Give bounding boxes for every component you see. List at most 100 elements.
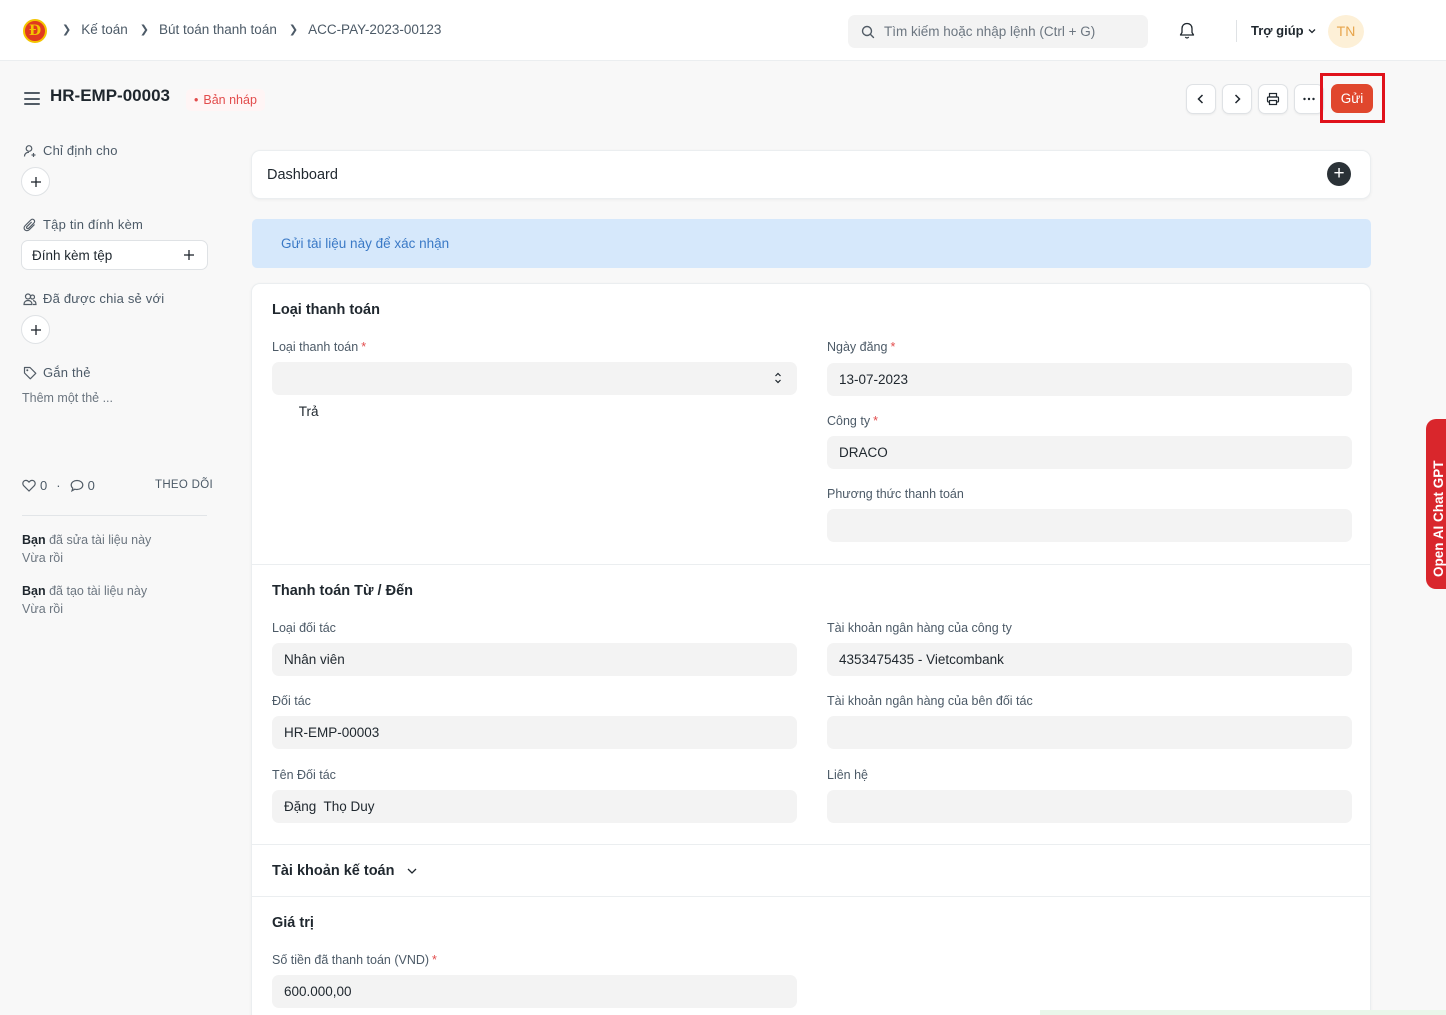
- page-title: HR-EMP-00003: [50, 86, 170, 105]
- shared-with-section: Đã được chia sẻ với: [23, 291, 164, 306]
- sidebar-toggle-icon[interactable]: [24, 92, 40, 105]
- paid-amount-field[interactable]: 600.000,00: [272, 975, 797, 1008]
- chevron-right-icon: [1234, 94, 1241, 104]
- user-icon: [23, 144, 36, 157]
- activity-action: đã tạo tài liệu này: [45, 584, 148, 598]
- payment-entry-form: Loại thanh toán Loại thanh toán * Trả Ngà…: [251, 283, 1371, 1015]
- activity-item: Bạn đã sửa tài liệu này Vừa rồi: [22, 531, 151, 567]
- party-bank-account-field[interactable]: [827, 716, 1352, 749]
- party-field[interactable]: HR-EMP-00003: [272, 716, 797, 749]
- chat-gpt-tab[interactable]: Open AI Chat GPT: [1426, 419, 1446, 589]
- activity-time: Vừa rồi: [22, 551, 64, 565]
- separator-dot: ·: [56, 478, 61, 493]
- divider: [1236, 20, 1237, 42]
- document-stats: 0 · 0: [22, 478, 95, 493]
- section-title-party: Thanh toán Từ / Đến: [272, 583, 413, 599]
- posting-date-label: Ngày đăng *: [827, 340, 896, 354]
- expand-dashboard-icon[interactable]: +: [1327, 162, 1351, 186]
- plus-icon: [30, 324, 41, 335]
- navbar: Đ ❯ Kế toán ❯ Bút toán thanh toán ❯ ACC-…: [0, 0, 1446, 61]
- comment-icon[interactable]: [70, 479, 84, 492]
- assign-to-section: Chỉ định cho: [23, 143, 118, 158]
- party-type-label: Loại đối tác: [272, 621, 336, 635]
- section-divider: [252, 564, 1370, 565]
- follow-button[interactable]: THEO DÕI: [155, 479, 213, 491]
- section-title-accounts: Tài khoản kế toán: [272, 863, 395, 879]
- plus-icon: [30, 176, 41, 187]
- printer-icon: [1266, 92, 1280, 106]
- avatar[interactable]: TN: [1328, 15, 1364, 48]
- toast-edge: [1040, 1010, 1446, 1015]
- chevron-right-icon: ❯: [139, 24, 149, 36]
- dashboard-title: Dashboard: [267, 167, 338, 183]
- breadcrumb-payment-entry[interactable]: Bút toán thanh toán: [159, 22, 277, 37]
- activity-time: Vừa rồi: [22, 602, 64, 616]
- chat-gpt-label: Open AI Chat GPT: [1431, 460, 1446, 577]
- activity-item: Bạn đã tạo tài liệu này Vừa rồi: [22, 582, 147, 618]
- submit-info-message: Gửi tài liệu này để xác nhận: [252, 219, 1371, 268]
- bell-icon[interactable]: [1178, 21, 1196, 41]
- chevron-down-icon: [408, 868, 417, 874]
- attach-file-button[interactable]: Đính kèm tệp: [21, 240, 208, 270]
- plus-icon: [184, 250, 194, 260]
- next-button[interactable]: [1222, 84, 1252, 114]
- previous-button[interactable]: [1186, 84, 1216, 114]
- select-arrows-icon: [775, 372, 781, 384]
- mode-of-payment-field[interactable]: [827, 509, 1352, 542]
- section-divider: [252, 844, 1370, 845]
- breadcrumb-document[interactable]: ACC-PAY-2023-00123: [308, 22, 441, 37]
- chevron-left-icon: [1197, 94, 1204, 104]
- activity-action: đã sửa tài liệu này: [45, 533, 152, 547]
- chevron-right-icon: ❯: [288, 24, 299, 36]
- print-button[interactable]: [1258, 84, 1288, 114]
- party-type-field[interactable]: Nhân viên: [272, 643, 797, 676]
- party-name-label: Tên Đối tác: [272, 768, 336, 782]
- dashboard-card[interactable]: Dashboard +: [251, 150, 1371, 199]
- tags-label: Gắn thẻ: [43, 365, 91, 380]
- activity-actor: Bạn: [22, 584, 46, 598]
- more-horizontal-icon: [1303, 97, 1315, 101]
- mode-of-payment-label: Phương thức thanh toán: [827, 487, 964, 501]
- breadcrumb: ❯ Kế toán ❯ Bút toán thanh toán ❯ ACC-PA…: [62, 22, 453, 37]
- users-icon: [23, 292, 37, 305]
- company-bank-account-label: Tài khoản ngân hàng của công ty: [827, 621, 1012, 635]
- help-label: Trợ giúp: [1251, 23, 1304, 38]
- chevron-down-icon: [1308, 28, 1316, 33]
- posting-date-field[interactable]: 13-07-2023: [827, 363, 1352, 396]
- heart-icon[interactable]: [22, 479, 36, 492]
- like-count: 0: [40, 478, 48, 493]
- payment-type-label: Loại thanh toán *: [272, 340, 367, 354]
- tags-section: Gắn thẻ: [23, 365, 91, 380]
- add-share-button[interactable]: [21, 315, 50, 344]
- search-input[interactable]: Tìm kiếm hoặc nhập lệnh (Ctrl + G): [848, 15, 1148, 48]
- help-dropdown[interactable]: Trợ giúp: [1251, 23, 1317, 38]
- payment-type-value: Trả: [298, 404, 319, 419]
- tag-icon: [23, 366, 37, 379]
- contact-label: Liên hệ: [827, 768, 869, 782]
- party-name-field[interactable]: Đặng Thọ Duy: [272, 790, 797, 823]
- comment-count: 0: [87, 478, 95, 493]
- add-tag-link[interactable]: Thêm một thẻ ...: [22, 391, 113, 405]
- section-divider: [252, 896, 1370, 897]
- submit-button[interactable]: Gửi: [1331, 84, 1373, 113]
- assign-to-label: Chỉ định cho: [43, 143, 118, 158]
- paperclip-icon: [23, 218, 36, 231]
- add-assignee-button[interactable]: [21, 167, 50, 196]
- attachments-section: Tập tin đính kèm: [23, 217, 143, 232]
- search-placeholder: Tìm kiếm hoặc nhập lệnh (Ctrl + G): [884, 24, 1096, 39]
- company-bank-account-field[interactable]: 4353475435 - Vietcombank: [827, 643, 1352, 676]
- attachments-label: Tập tin đính kèm: [43, 217, 144, 232]
- status-badge: Bản nháp: [186, 89, 265, 111]
- payment-type-select[interactable]: Trả: [272, 362, 797, 419]
- party-label: Đối tác: [272, 694, 311, 708]
- app-logo[interactable]: Đ: [23, 19, 47, 43]
- divider: [22, 515, 207, 516]
- company-field[interactable]: DRACO: [827, 436, 1352, 469]
- search-icon: [861, 25, 875, 38]
- contact-field[interactable]: [827, 790, 1352, 823]
- section-toggle-accounts[interactable]: Tài khoản kế toán: [272, 863, 418, 879]
- paid-amount-label: Số tiền đã thanh toán (VND) *: [272, 953, 437, 967]
- breadcrumb-accounting[interactable]: Kế toán: [81, 22, 128, 37]
- activity-actor: Bạn: [22, 533, 46, 547]
- chevron-right-icon: ❯: [62, 24, 72, 36]
